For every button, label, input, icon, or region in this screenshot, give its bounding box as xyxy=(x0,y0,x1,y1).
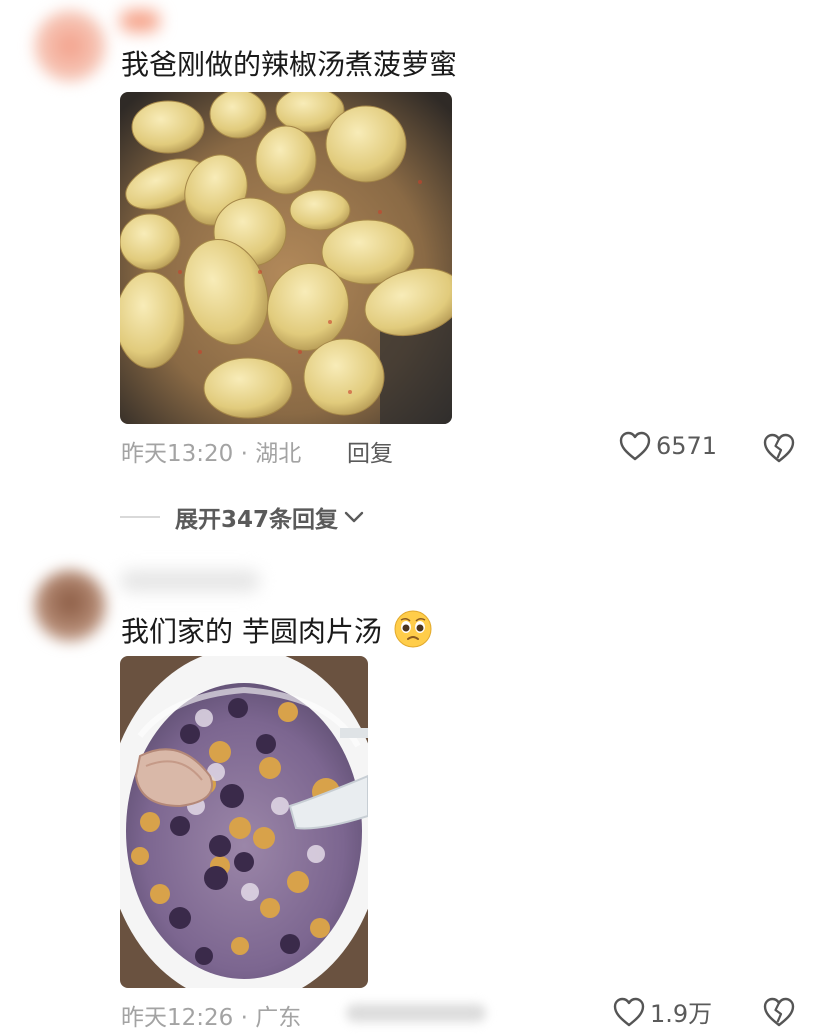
comment-text: 我们家的 芋圆肉片汤 xyxy=(121,609,433,650)
heart-outline-icon xyxy=(619,431,651,461)
comment-item: 我爸刚做的辣椒汤煮菠萝蜜 昨天13:20 · 湖北 回复 6571 xyxy=(0,0,827,470)
like-button[interactable]: 1.9万 xyxy=(612,994,712,1029)
reply-button[interactable]: 回复 xyxy=(347,434,393,468)
heart-outline-icon xyxy=(613,997,645,1026)
expand-replies-label[interactable]: 展开347条回复 xyxy=(175,500,338,534)
comment-time-location: 昨天13:20 · 湖北 xyxy=(121,441,302,467)
username[interactable] xyxy=(120,570,260,592)
divider xyxy=(120,516,160,518)
blurred-label xyxy=(346,1004,486,1022)
username[interactable] xyxy=(120,10,160,32)
chevron-down-icon xyxy=(344,511,364,523)
crying-face-emoji xyxy=(394,610,432,648)
broken-heart-icon[interactable] xyxy=(762,432,796,464)
comment-time-location: 昨天12:26 · 广东 xyxy=(121,1005,302,1031)
comment-item: 我们家的 芋圆肉片汤 昨天12:26 · 广东 1.9万 xyxy=(0,560,827,1034)
comment-text: 我爸刚做的辣椒汤煮菠萝蜜 xyxy=(121,48,458,81)
avatar[interactable] xyxy=(34,10,106,82)
like-count: 6571 xyxy=(656,432,718,460)
expand-replies[interactable]: 展开347条回复 xyxy=(120,500,366,534)
comment-photo[interactable] xyxy=(120,656,368,988)
like-count: 1.9万 xyxy=(650,1000,713,1028)
avatar[interactable] xyxy=(34,570,106,642)
comment-photo[interactable] xyxy=(120,92,452,424)
broken-heart-icon[interactable] xyxy=(762,996,796,1028)
like-button[interactable]: 6571 xyxy=(618,430,717,462)
